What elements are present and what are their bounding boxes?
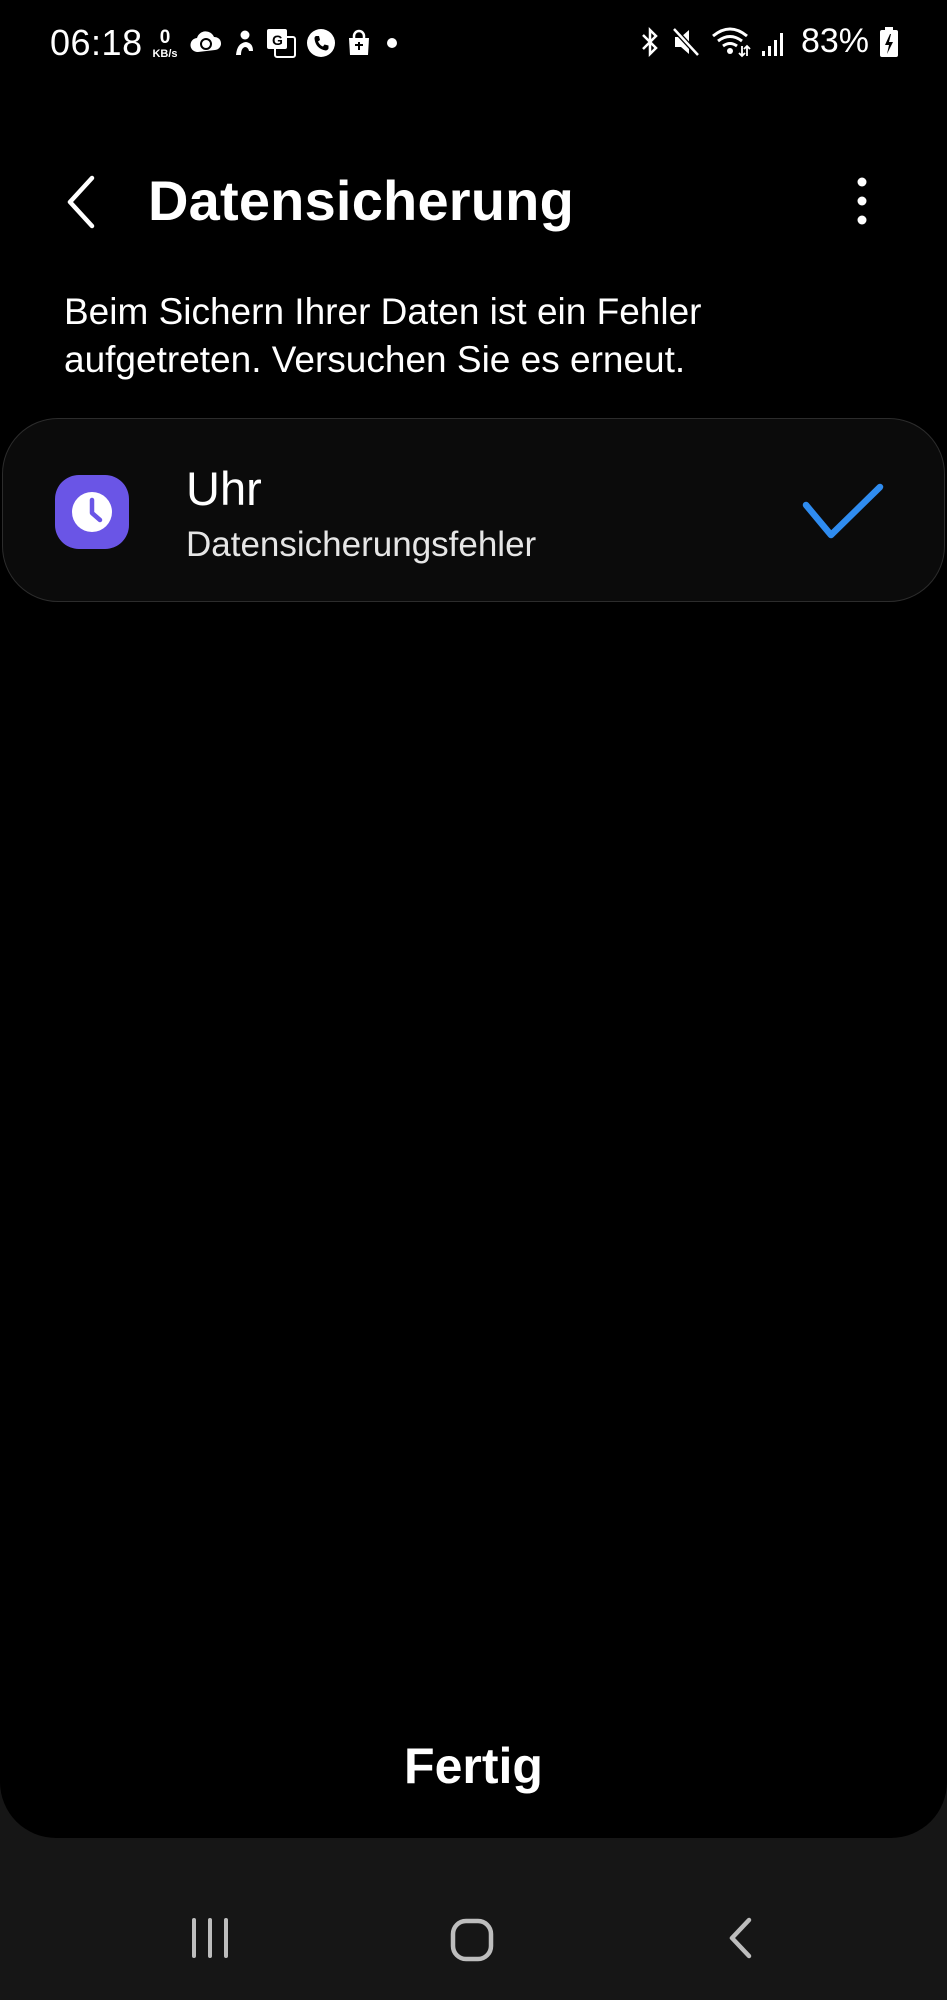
battery-percentage: 83%: [800, 22, 869, 60]
recent-apps-icon: [192, 1918, 228, 1958]
wifi-icon: [711, 27, 751, 57]
recent-apps-button[interactable]: [186, 1916, 234, 1965]
system-icons: 83%: [639, 22, 899, 61]
more-options-button[interactable]: [842, 174, 882, 228]
check-icon: [802, 483, 884, 539]
error-message: Beim Sichern Ihrer Daten ist ein Fehler …: [64, 291, 702, 380]
signal-icon: [761, 32, 783, 56]
home-button[interactable]: [448, 1916, 496, 1969]
page-title: Datensicherung: [148, 169, 574, 232]
svg-text:G: G: [272, 32, 283, 48]
network-speed: 0 KB/s: [148, 28, 182, 60]
nav-back-button[interactable]: [722, 1914, 758, 1967]
chevron-left-icon: [67, 175, 95, 229]
status-time: 06:18: [50, 22, 143, 63]
person-icon: [236, 30, 253, 55]
translate-icon: G: [267, 29, 296, 58]
more-vertical-icon: [857, 177, 867, 225]
back-button[interactable]: [56, 170, 106, 234]
navigation-bar: [0, 1876, 947, 2000]
bluetooth-icon: [642, 26, 658, 57]
dot-icon: [387, 38, 397, 48]
screen: 06:18 0 KB/s G 83% Datensicherung Beim S…: [0, 0, 947, 1838]
done-button[interactable]: Fertig: [330, 1728, 617, 1804]
network-speed-value: 0: [159, 27, 171, 48]
clock-icon: [72, 492, 112, 532]
phone-icon: [307, 29, 335, 57]
notification-icons: G: [190, 28, 402, 58]
item-title: Uhr: [186, 462, 262, 515]
shopping-bag-icon: [349, 29, 369, 55]
battery-charging-icon: [880, 26, 898, 57]
status-bar: 06:18 0 KB/s G 83%: [0, 0, 947, 92]
home-icon: [450, 1918, 494, 1962]
network-speed-unit: KB/s: [152, 48, 178, 60]
app-icon: [55, 475, 129, 549]
item-status: Datensicherungsfehler: [186, 525, 537, 564]
list-item[interactable]: Uhr Datensicherungsfehler: [2, 418, 945, 602]
checkbox[interactable]: [801, 483, 885, 545]
back-arrow-icon: [729, 1917, 752, 1959]
cloud-sync-icon: [190, 31, 222, 53]
mute-icon: [672, 26, 700, 57]
